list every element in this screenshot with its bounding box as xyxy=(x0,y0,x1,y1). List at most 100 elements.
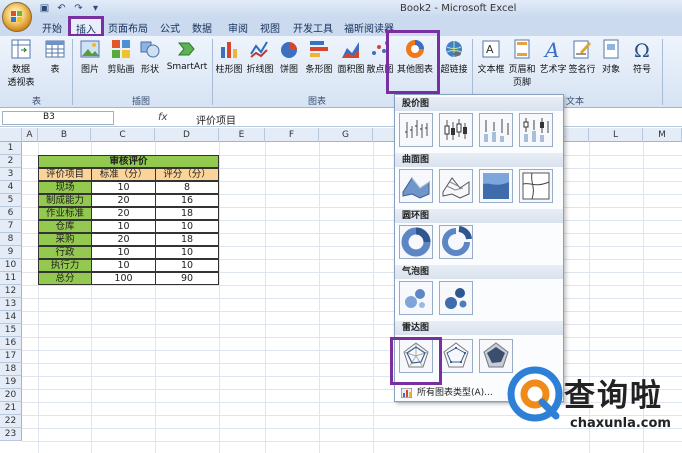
bubble-chart-3d[interactable] xyxy=(439,281,473,315)
surface-chart-wireframe-contour[interactable] xyxy=(519,169,553,203)
standard-cell[interactable]: 10 xyxy=(91,246,156,259)
row-header[interactable]: 2 xyxy=(0,155,22,168)
object-button[interactable]: 对象 xyxy=(598,38,624,75)
row-header[interactable]: 7 xyxy=(0,220,22,233)
standard-cell[interactable]: 20 xyxy=(91,194,156,207)
column-header[interactable]: C xyxy=(91,128,155,142)
score-cell[interactable]: 10 xyxy=(155,220,219,233)
score-cell[interactable]: 18 xyxy=(155,207,219,220)
stock-chart-vhlc[interactable] xyxy=(479,113,513,147)
column-chart-button[interactable]: 柱形图 xyxy=(214,38,244,75)
row-header[interactable]: 17 xyxy=(0,350,22,363)
score-cell[interactable]: 10 xyxy=(155,259,219,272)
row-header[interactable]: 15 xyxy=(0,324,22,337)
item-cell[interactable]: 执行力 xyxy=(38,259,92,272)
name-box[interactable]: B3 xyxy=(2,111,114,125)
pivot-table-button[interactable]: 数据 透视表 xyxy=(5,38,37,88)
save-icon[interactable]: ▣ xyxy=(38,2,51,15)
clipart-button[interactable]: 剪贴画 xyxy=(106,38,136,75)
picture-button[interactable]: 图片 xyxy=(78,38,102,75)
line-chart-button[interactable]: 折线图 xyxy=(245,38,275,75)
tab-page-layout[interactable]: 页面布局 xyxy=(108,20,148,35)
score-cell[interactable]: 8 xyxy=(155,181,219,194)
wordart-button[interactable]: A 艺术字 xyxy=(538,38,568,75)
row-header[interactable]: 8 xyxy=(0,233,22,246)
column-header[interactable]: D xyxy=(155,128,219,142)
stock-chart-vohlc[interactable] xyxy=(519,113,553,147)
score-cell[interactable]: 10 xyxy=(155,246,219,259)
standard-cell[interactable]: 20 xyxy=(91,233,156,246)
exploded-doughnut-chart[interactable] xyxy=(439,225,473,259)
fx-icon[interactable]: fx xyxy=(158,112,167,123)
row-header[interactable]: 3 xyxy=(0,168,22,181)
total-label-cell[interactable]: 总分 xyxy=(38,272,92,285)
radar-chart-markers[interactable] xyxy=(439,339,473,373)
smartart-button[interactable]: SmartArt xyxy=(166,38,208,72)
header-cell[interactable]: 评价项目 xyxy=(38,168,92,181)
standard-cell[interactable]: 10 xyxy=(91,181,156,194)
doughnut-chart[interactable] xyxy=(399,225,433,259)
office-button[interactable] xyxy=(2,2,32,32)
total-standard-cell[interactable]: 100 xyxy=(91,272,156,285)
stock-chart-hlc[interactable] xyxy=(399,113,433,147)
row-header[interactable]: 10 xyxy=(0,259,22,272)
tab-developer[interactable]: 开发工具 xyxy=(293,20,333,35)
surface-chart-contour[interactable] xyxy=(479,169,513,203)
column-header[interactable]: A xyxy=(22,128,38,142)
score-cell[interactable]: 16 xyxy=(155,194,219,207)
item-cell[interactable]: 行政 xyxy=(38,246,92,259)
select-all-corner[interactable] xyxy=(0,128,22,142)
item-cell[interactable]: 仓库 xyxy=(38,220,92,233)
row-header[interactable]: 13 xyxy=(0,298,22,311)
formula-input[interactable]: 评价项目 xyxy=(196,112,236,127)
standard-cell[interactable]: 10 xyxy=(91,259,156,272)
customize-qat-icon[interactable]: ▾ xyxy=(89,2,102,15)
row-header[interactable]: 14 xyxy=(0,311,22,324)
tab-formulas[interactable]: 公式 xyxy=(160,20,180,35)
surface-chart-3d[interactable] xyxy=(399,169,433,203)
row-header[interactable]: 22 xyxy=(0,415,22,428)
row-header[interactable]: 11 xyxy=(0,272,22,285)
column-header[interactable]: F xyxy=(265,128,319,142)
item-cell[interactable]: 制成能力 xyxy=(38,194,92,207)
pie-chart-button[interactable]: 饼图 xyxy=(276,38,302,75)
row-header[interactable]: 6 xyxy=(0,207,22,220)
standard-cell[interactable]: 10 xyxy=(91,220,156,233)
item-cell[interactable]: 作业标准 xyxy=(38,207,92,220)
signature-line-button[interactable]: 签名行 xyxy=(567,38,597,75)
hyperlink-button[interactable]: 超链接 xyxy=(438,38,470,75)
stock-chart-ohlc[interactable] xyxy=(439,113,473,147)
row-header[interactable]: 16 xyxy=(0,337,22,350)
standard-cell[interactable]: 20 xyxy=(91,207,156,220)
surface-chart-wireframe[interactable] xyxy=(439,169,473,203)
total-score-cell[interactable]: 90 xyxy=(155,272,219,285)
tab-home[interactable]: 开始 xyxy=(42,20,62,35)
column-header[interactable]: M xyxy=(643,128,682,142)
row-header[interactable]: 21 xyxy=(0,402,22,415)
column-header[interactable]: G xyxy=(319,128,373,142)
header-cell[interactable]: 标准（分） xyxy=(91,168,156,181)
textbox-button[interactable]: A 文本框 xyxy=(476,38,506,75)
row-header[interactable]: 5 xyxy=(0,194,22,207)
row-header[interactable]: 1 xyxy=(0,142,22,155)
row-header[interactable]: 18 xyxy=(0,363,22,376)
bubble-chart[interactable] xyxy=(399,281,433,315)
tab-review[interactable]: 审阅 xyxy=(228,20,248,35)
table-button[interactable]: 表 xyxy=(44,38,66,75)
row-header[interactable]: 4 xyxy=(0,181,22,194)
tab-data[interactable]: 数据 xyxy=(192,20,212,35)
column-header[interactable]: B xyxy=(38,128,91,142)
column-header[interactable]: E xyxy=(219,128,265,142)
row-header[interactable]: 20 xyxy=(0,389,22,402)
row-header[interactable]: 9 xyxy=(0,246,22,259)
row-header[interactable]: 23 xyxy=(0,428,22,441)
item-cell[interactable]: 现场 xyxy=(38,181,92,194)
header-footer-button[interactable]: 页眉和 页脚 xyxy=(505,38,539,88)
symbol-button[interactable]: Ω 符号 xyxy=(628,38,656,75)
area-chart-button[interactable]: 面积图 xyxy=(335,38,367,75)
undo-icon[interactable]: ↶ xyxy=(55,2,68,15)
table-title-cell[interactable]: 审核评价 xyxy=(38,155,219,168)
tab-view[interactable]: 视图 xyxy=(260,20,280,35)
column-header[interactable]: L xyxy=(589,128,643,142)
row-header[interactable]: 12 xyxy=(0,285,22,298)
